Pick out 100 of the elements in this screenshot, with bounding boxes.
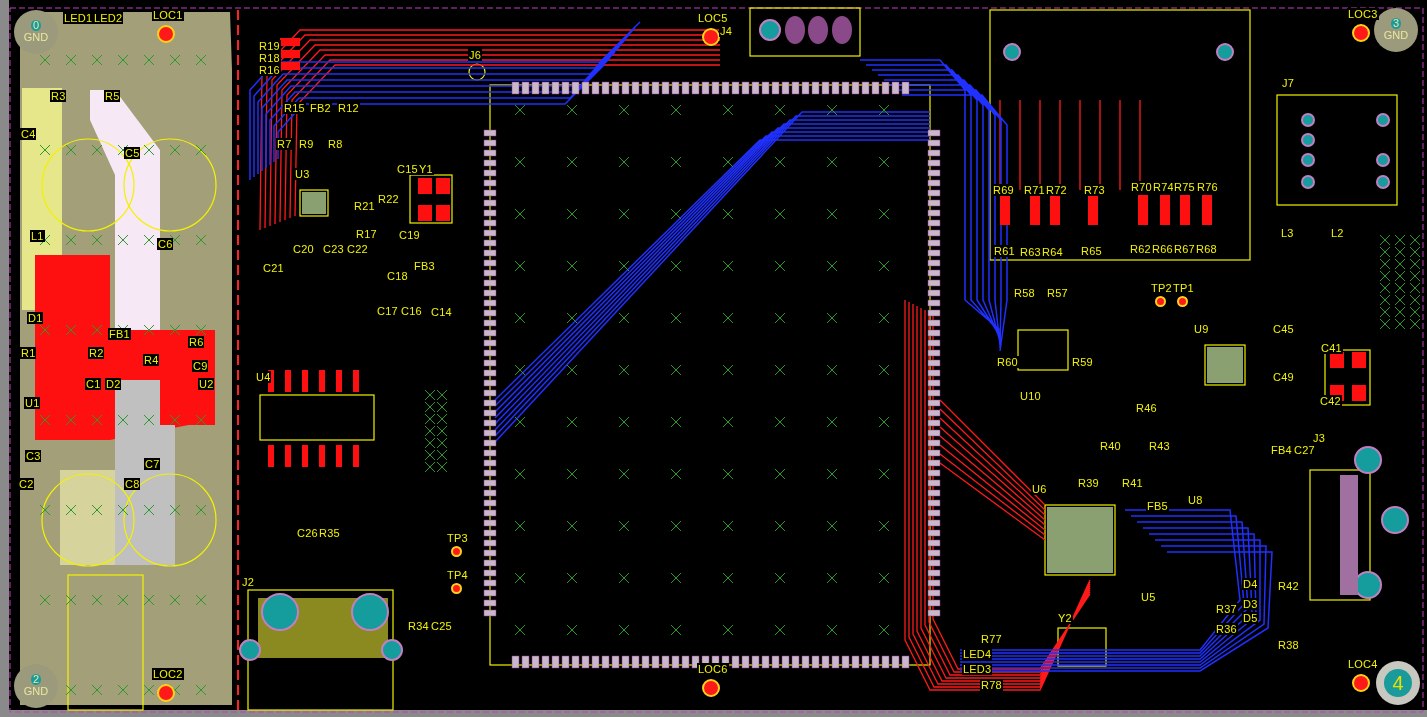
designator-label: LOC4 — [1347, 658, 1379, 670]
designator-label: R76 — [1196, 181, 1219, 193]
designator-label: R78 — [980, 679, 1003, 691]
designator-label: LED3 — [962, 663, 993, 675]
designator-label: C7 — [144, 458, 161, 470]
designator-label: R71 — [1023, 184, 1046, 196]
designator-label: R8 — [327, 138, 344, 150]
designator-label: U10 — [1019, 390, 1042, 402]
designator-label: R16 — [258, 64, 281, 76]
designator-label: Y2 — [1057, 612, 1073, 624]
designator-label: C18 — [386, 270, 409, 282]
designator-label: R65 — [1080, 245, 1103, 257]
designator-label: U2 — [198, 378, 215, 390]
designator-label: R1 — [20, 347, 37, 359]
designator-label: U5 — [1140, 591, 1157, 603]
designator-label: C42 — [1319, 395, 1342, 407]
designator-label: R35 — [318, 527, 341, 539]
designator-label: Y1 — [418, 163, 434, 175]
designator-label: U8 — [1187, 494, 1204, 506]
designator-label: R68 — [1195, 243, 1218, 255]
designator-label: J3 — [1312, 432, 1327, 444]
designator-label: R67 — [1173, 243, 1196, 255]
net-label: GND — [1383, 29, 1409, 42]
designator-label: C3 — [25, 450, 42, 462]
designator-label: C16 — [400, 305, 423, 317]
designator-label: R70 — [1130, 181, 1153, 193]
fiducial-locator-icon — [1352, 674, 1370, 692]
designator-label: R46 — [1135, 402, 1158, 414]
designator-label: R9 — [298, 138, 315, 150]
designator-label: C21 — [262, 262, 285, 274]
designator-label: R74 — [1152, 181, 1175, 193]
designator-label: C19 — [398, 229, 421, 241]
designator-label: TP3 — [446, 532, 469, 544]
designator-label: D2 — [105, 378, 122, 390]
designator-label: L3 — [1280, 227, 1295, 239]
designator-label: R2 — [88, 347, 105, 359]
test-point-pad-icon — [451, 546, 462, 557]
designator-label: TP4 — [446, 569, 469, 581]
designator-label: FB5 — [1146, 500, 1169, 512]
designator-label: U1 — [24, 397, 41, 409]
net-label: GND — [23, 31, 49, 44]
designator-label: R37 — [1215, 603, 1238, 615]
designator-label: J7 — [1281, 77, 1296, 89]
designator-label: R42 — [1277, 580, 1300, 592]
designator-label: C27 — [1293, 444, 1316, 456]
designator-label: LOC6 — [697, 663, 729, 675]
designator-label: C4 — [20, 128, 37, 140]
hole-number: 4 — [1384, 669, 1412, 697]
designator-label: R73 — [1083, 184, 1106, 196]
designator-label: R15 — [283, 102, 306, 114]
designator-label: R43 — [1148, 440, 1171, 452]
designator-label: R41 — [1121, 477, 1144, 489]
designator-label: LOC3 — [1347, 8, 1379, 20]
designator-label: R77 — [980, 633, 1003, 645]
test-point-pad-icon — [1177, 296, 1188, 307]
designator-label: TP2 — [1150, 282, 1173, 294]
designator-label: R34 — [407, 620, 430, 632]
designator-label: L2 — [1330, 227, 1345, 239]
designator-label: LOC2 — [152, 668, 184, 680]
designator-label: R21 — [353, 200, 376, 212]
designator-label: C2 — [18, 478, 35, 490]
designator-label: R63 — [1019, 246, 1042, 258]
designator-label: FB1 — [108, 328, 131, 340]
designator-label: LED1 — [63, 12, 94, 24]
designator-label: R59 — [1071, 356, 1094, 368]
designator-label: D1 — [27, 312, 44, 324]
designator-label: FB4 — [1270, 444, 1293, 456]
designator-label: R18 — [258, 52, 281, 64]
designator-label: R40 — [1099, 440, 1122, 452]
designator-label: R17 — [355, 228, 378, 240]
designator-label: R61 — [993, 245, 1016, 257]
designator-label: U4 — [255, 371, 272, 383]
designator-label: R72 — [1045, 184, 1068, 196]
designator-label: D5 — [1242, 612, 1259, 624]
designator-label: R3 — [50, 90, 67, 102]
designator-label: R57 — [1046, 287, 1069, 299]
fiducial-locator-icon — [702, 679, 720, 697]
designator-label: R39 — [1077, 477, 1100, 489]
designator-label: C9 — [192, 360, 209, 372]
designator-label: LED4 — [962, 648, 993, 660]
designator-label: L1 — [30, 230, 45, 242]
designator-label: C14 — [430, 306, 453, 318]
designator-label: C49 — [1272, 371, 1295, 383]
designator-label: R5 — [104, 90, 121, 102]
designator-label: R7 — [276, 138, 293, 150]
designator-label: C1 — [85, 378, 102, 390]
designator-label: FB3 — [413, 260, 436, 272]
designator-label: R62 — [1129, 243, 1152, 255]
designator-label: D4 — [1242, 578, 1259, 590]
designator-label: R75 — [1173, 181, 1196, 193]
hole-number: 3 — [1390, 18, 1402, 30]
hole-number: 0 — [30, 20, 42, 32]
designator-label: D3 — [1242, 598, 1259, 610]
designator-label: R19 — [258, 40, 281, 52]
designator-label: U3 — [294, 168, 311, 180]
designator-label: R36 — [1215, 623, 1238, 635]
designator-label: C15 — [396, 163, 419, 175]
designator-label: R38 — [1277, 639, 1300, 651]
designator-label: R69 — [992, 184, 1015, 196]
designator-label: C20 — [292, 243, 315, 255]
